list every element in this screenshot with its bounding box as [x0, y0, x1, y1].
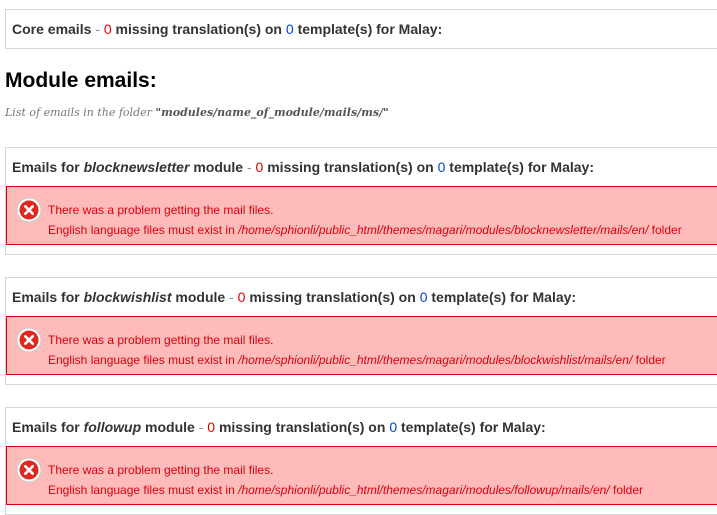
template-text: template(s) for Malay:	[431, 289, 577, 305]
separator: -	[95, 21, 100, 37]
error-prefix: English language files must exist in	[48, 223, 235, 237]
module-emails-title: Module emails:	[5, 69, 157, 92]
core-emails-label: Core emails	[12, 21, 92, 37]
hint-prefix: List of emails in the folder	[5, 106, 152, 119]
separator: -	[246, 159, 252, 175]
module-prefix: Emails for	[12, 419, 80, 435]
module-header[interactable]: Emails for blockwishlist module - 0 miss…	[6, 278, 717, 316]
error-title: There was a problem getting the mail fil…	[48, 333, 274, 347]
template-text: template(s) for Malay:	[401, 419, 546, 435]
template-count: 0	[285, 21, 294, 37]
missing-text: missing translation(s) on	[267, 159, 434, 175]
module-header[interactable]: Emails for followup module - 0 missing t…	[6, 408, 717, 446]
error-path: /home/sphionli/public_html/themes/magari…	[238, 353, 633, 367]
module-prefix: Emails for	[12, 289, 80, 305]
module-suffix: module	[145, 419, 195, 435]
error-detail: English language files must exist in /ho…	[48, 353, 666, 367]
core-emails-header[interactable]: Core emails - 0 missing translation(s) o…	[6, 10, 717, 48]
error-alert: There was a problem getting the mail fil…	[6, 316, 717, 375]
template-count: 0	[389, 419, 398, 435]
module-folder-hint: List of emails in the folder "modules/na…	[5, 106, 389, 119]
template-count: 0	[437, 159, 446, 175]
module-name: blocknewsletter	[83, 159, 190, 175]
module-suffix: module	[193, 159, 244, 175]
template-text: template(s) for Malay:	[449, 159, 594, 175]
template-count: 0	[419, 289, 428, 305]
module-name: followup	[83, 419, 142, 435]
error-alert: There was a problem getting the mail fil…	[6, 186, 717, 245]
module-panel-followup: Emails for followup module - 0 missing t…	[5, 407, 717, 515]
error-circle-x-icon	[16, 457, 42, 483]
missing-text: missing translation(s) on	[115, 21, 282, 37]
error-title: There was a problem getting the mail fil…	[48, 463, 274, 477]
missing-count: 0	[103, 21, 112, 37]
separator: -	[198, 419, 204, 435]
module-prefix: Emails for	[12, 159, 80, 175]
hint-path: "modules/name_of_module/mails/ms/"	[155, 106, 389, 119]
error-suffix: folder	[635, 353, 666, 367]
core-emails-panel: Core emails - 0 missing translation(s) o…	[5, 9, 717, 49]
module-suffix: module	[175, 289, 226, 305]
module-name: blockwishlist	[83, 289, 172, 305]
missing-text: missing translation(s) on	[218, 419, 386, 435]
error-prefix: English language files must exist in	[48, 483, 235, 497]
error-suffix: folder	[612, 483, 644, 497]
module-panel-blocknewsletter: Emails for blocknewsletter module - 0 mi…	[5, 147, 717, 255]
module-header[interactable]: Emails for blocknewsletter module - 0 mi…	[6, 148, 717, 186]
missing-count: 0	[237, 289, 246, 305]
error-path: /home/sphionli/public_html/themes/magari…	[238, 223, 649, 237]
error-detail: English language files must exist in /ho…	[48, 483, 643, 497]
module-panel-blockwishlist: Emails for blockwishlist module - 0 miss…	[5, 277, 717, 385]
error-path: /home/sphionli/public_html/themes/magari…	[238, 483, 610, 497]
missing-count: 0	[207, 419, 216, 435]
separator: -	[229, 289, 234, 305]
template-text: template(s) for Malay:	[297, 21, 443, 37]
error-alert: There was a problem getting the mail fil…	[6, 446, 717, 505]
error-detail: English language files must exist in /ho…	[48, 223, 682, 237]
error-title: There was a problem getting the mail fil…	[48, 203, 274, 217]
error-circle-x-icon	[16, 327, 42, 353]
error-suffix: folder	[651, 223, 682, 237]
error-prefix: English language files must exist in	[48, 353, 235, 367]
missing-text: missing translation(s) on	[249, 289, 416, 305]
error-circle-x-icon	[16, 197, 42, 223]
missing-count: 0	[255, 159, 264, 175]
